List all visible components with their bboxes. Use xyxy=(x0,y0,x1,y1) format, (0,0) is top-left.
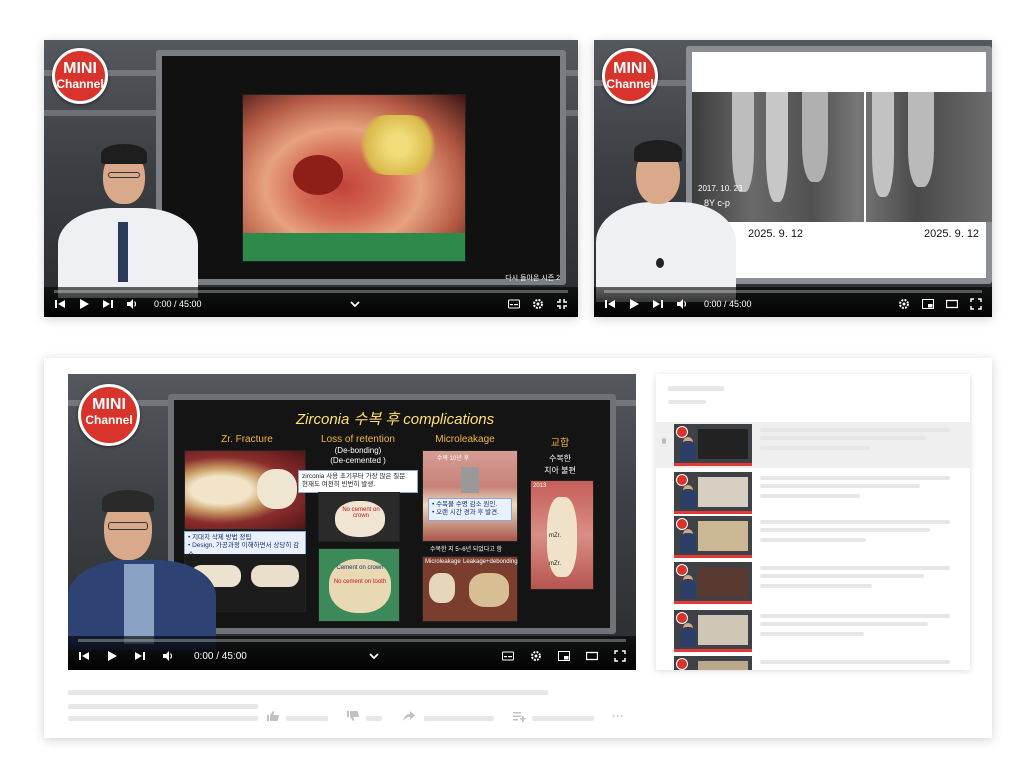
settings-icon[interactable] xyxy=(532,298,544,310)
description-placeholder xyxy=(68,716,258,721)
playlist-item[interactable] xyxy=(674,472,964,516)
watch-page-card: Zirconia 수복 후 complications Zr. Fracture… xyxy=(44,358,992,738)
col-title-microleakage: Microleakage xyxy=(435,434,495,445)
presenter xyxy=(68,484,228,650)
col-title-occlusion: 교합 xyxy=(550,438,570,449)
leakage-photo: Microleakage Leakage+debonding xyxy=(422,556,518,622)
playlist-item[interactable] xyxy=(674,516,964,560)
col-title-fracture: Zr. Fracture xyxy=(221,434,273,445)
like-button[interactable] xyxy=(266,710,280,725)
time-display: 0:00 / 45:00 xyxy=(704,299,752,309)
progress-bar[interactable] xyxy=(604,290,982,293)
time-display: 0:00 / 45:00 xyxy=(154,299,202,309)
dislike-button[interactable] xyxy=(346,710,360,725)
player-controls: 0:00 / 45:00 xyxy=(594,287,992,317)
settings-icon[interactable] xyxy=(898,298,910,310)
video-card-top-right: 2017. 10. 23 8Y c-p 2025. 9. 12 2025. 9.… xyxy=(594,40,992,317)
video-player[interactable]: 2017. 10. 23 8Y c-p 2025. 9. 12 2025. 9.… xyxy=(594,40,992,317)
channel-placeholder xyxy=(68,704,258,709)
subtitles-icon[interactable] xyxy=(508,298,521,310)
play-icon[interactable] xyxy=(106,650,118,662)
prev-icon[interactable] xyxy=(604,298,616,310)
progress-bar[interactable] xyxy=(54,290,568,293)
overlay-caption: 다시 돌아온 시즌 2 xyxy=(505,275,560,282)
play-icon[interactable] xyxy=(78,298,90,310)
chevron-down-icon[interactable] xyxy=(368,650,380,662)
dislike-icon xyxy=(347,711,359,721)
playlist-item[interactable] xyxy=(674,562,964,606)
video-title-placeholder xyxy=(68,690,548,695)
save-button[interactable] xyxy=(512,710,526,725)
subtitles-icon[interactable] xyxy=(502,650,515,662)
volume-icon[interactable] xyxy=(676,298,688,310)
prev-icon[interactable] xyxy=(54,298,66,310)
fullscreen-exit-icon[interactable] xyxy=(556,298,568,310)
volume-icon[interactable] xyxy=(162,650,174,662)
xray-date-right: 2025. 9. 12 xyxy=(924,228,980,240)
volume-icon[interactable] xyxy=(126,298,138,310)
presentation-screen: Zirconia 수복 후 complications Zr. Fracture… xyxy=(168,394,616,634)
video-thumbnail[interactable] xyxy=(674,562,752,604)
channel-logo: MINI Channel xyxy=(602,48,658,104)
progress-bar[interactable] xyxy=(78,639,626,642)
play-icon[interactable] xyxy=(628,298,640,310)
settings-icon[interactable] xyxy=(530,650,542,662)
playlist-item[interactable] xyxy=(674,610,964,654)
col-title-retention: Loss of retention xyxy=(321,434,395,445)
channel-logo: MINI Channel xyxy=(52,48,108,104)
presenter xyxy=(48,140,198,298)
video-thumbnail[interactable] xyxy=(674,424,752,466)
like-icon xyxy=(267,711,279,721)
share-button[interactable] xyxy=(402,710,416,725)
slide-title: Zirconia 수복 후 complications xyxy=(296,411,495,428)
more-icon[interactable]: ... xyxy=(612,708,624,720)
next-icon[interactable] xyxy=(102,298,114,310)
chevron-down-icon[interactable] xyxy=(349,298,361,310)
channel-logo: MINI Channel xyxy=(78,384,140,446)
playlist-item[interactable] xyxy=(674,424,964,468)
save-icon xyxy=(513,712,526,722)
retention-note: zirconia 사용 초기부터 가장 많은 질문. 현재도 여전히 빈번히 발… xyxy=(298,470,418,493)
playlist-item[interactable] xyxy=(674,656,964,670)
video-thumbnail[interactable] xyxy=(674,610,752,652)
prev-icon[interactable] xyxy=(78,650,90,662)
up-next-sidebar xyxy=(656,374,970,670)
xray-date-left: 2025. 9. 12 xyxy=(748,228,804,240)
miniplayer-icon[interactable] xyxy=(558,650,571,662)
fullscreen-icon[interactable] xyxy=(970,298,982,310)
microleakage-note: • 수복물 수명 감소 원인. • 오랜 시간 경과 후 발견. xyxy=(428,498,512,521)
main-video-player[interactable]: Zirconia 수복 후 complications Zr. Fracture… xyxy=(68,374,636,670)
miniplayer-icon[interactable] xyxy=(922,298,934,310)
next-icon[interactable] xyxy=(134,650,146,662)
theater-icon[interactable] xyxy=(585,650,599,662)
occlusion-photo: 2013 mZr. mZr. xyxy=(530,480,594,590)
crown-photo: No cement on crown xyxy=(318,492,400,542)
clinical-photo xyxy=(242,94,466,262)
presentation-screen xyxy=(156,50,566,285)
video-thumbnail[interactable] xyxy=(674,656,752,670)
time-display: 0:00 / 45:00 xyxy=(194,650,247,662)
video-thumbnail[interactable] xyxy=(674,516,752,558)
video-player[interactable]: MINI Channel 다시 돌아온 시즌 2 0:00 / 45:00 xyxy=(44,40,578,317)
player-controls: 0:00 / 45:00 xyxy=(44,287,578,317)
tooth-photo: Cement on crown No cement on tooth xyxy=(318,548,400,622)
presenter xyxy=(594,140,744,302)
theater-icon[interactable] xyxy=(945,298,959,310)
player-controls: 0:00 / 45:00 xyxy=(68,636,636,670)
video-thumbnail[interactable] xyxy=(674,472,752,514)
implant-photo: 수복 10년 후 xyxy=(422,450,518,542)
next-icon[interactable] xyxy=(652,298,664,310)
video-card-top-left: MINI Channel 다시 돌아온 시즌 2 0:00 / 45:00 xyxy=(44,40,578,317)
share-icon xyxy=(403,711,415,721)
fullscreen-icon[interactable] xyxy=(614,650,626,662)
